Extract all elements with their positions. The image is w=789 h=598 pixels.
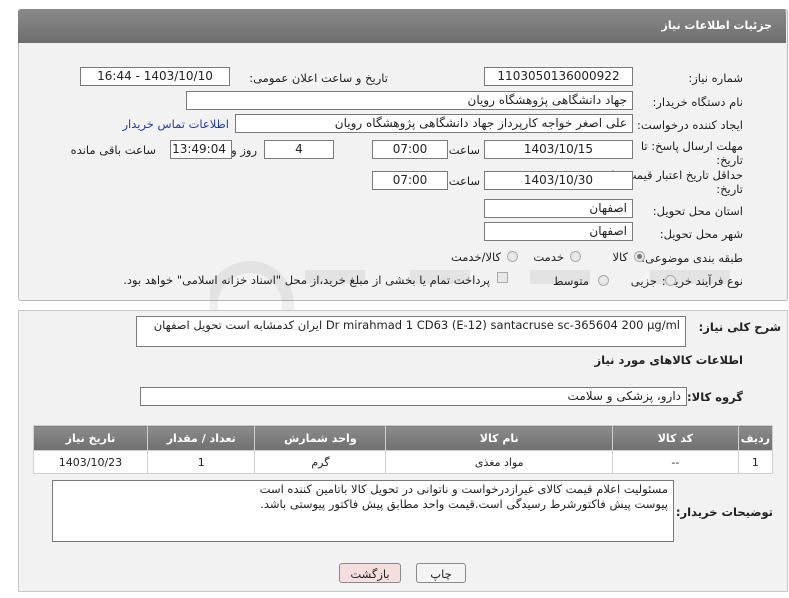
need-number-field[interactable]: 1103050136000922 — [484, 67, 633, 86]
category-goods-service-radio[interactable] — [507, 251, 518, 262]
time-remaining-field[interactable]: 13:49:04 — [170, 140, 232, 159]
validity-date-field[interactable]: 1403/10/30 — [484, 171, 633, 190]
category-service-label: خدمت — [533, 250, 564, 264]
buyer-notes-field[interactable]: مسئولیت اعلام قیمت کالای غیرازدرخواست و … — [52, 480, 674, 542]
goods-table: ردیف کد کالا نام کالا واحد شمارش تعداد /… — [33, 425, 774, 474]
buyer-notes-line1: مسئولیت اعلام قیمت کالای غیرازدرخواست و … — [259, 482, 668, 496]
buyer-org-label: نام دستگاه خریدار: — [652, 95, 743, 109]
cell-code: -- — [612, 450, 739, 474]
creator-field[interactable]: علی اصغر خواجه کارپرداز جهاد دانشگاهی پژ… — [235, 114, 633, 133]
process-medium-radio[interactable] — [598, 275, 609, 286]
deadline-label: مهلت ارسال پاسخ: تا — [640, 139, 743, 153]
page-title: جزئیات اطلاعات نیاز — [661, 19, 773, 32]
col-row: ردیف — [737, 425, 774, 451]
treasury-checkbox[interactable] — [497, 272, 508, 283]
city-field[interactable]: اصفهان — [484, 222, 633, 241]
category-goods-label: کالا — [612, 250, 628, 264]
deadline-label-date: تاریخ: — [716, 153, 743, 167]
deadline-time-label: ساعت — [448, 143, 480, 157]
buyer-contact-link[interactable]: اطلاعات تماس خریدار — [122, 117, 229, 131]
creator-label: ایجاد کننده درخواست: — [637, 118, 743, 132]
col-code: کد کالا — [612, 425, 739, 451]
validity-label-date: تاریخ: — [716, 182, 743, 196]
days-label: روز و — [231, 143, 257, 157]
cell-qty: 1 — [146, 450, 256, 474]
col-name: نام کالا — [385, 425, 614, 451]
province-field[interactable]: اصفهان — [484, 199, 633, 218]
deadline-date-field[interactable]: 1403/10/15 — [484, 140, 633, 159]
print-button[interactable]: چاپ — [416, 563, 466, 583]
deadline-time-field[interactable]: 07:00 — [372, 140, 448, 159]
city-label: شهر محل تحویل: — [659, 227, 743, 241]
category-label: طبقه بندی موضوعی: — [641, 251, 743, 265]
treasury-note: پرداخت تمام یا بخشی از مبلغ خرید،از محل … — [123, 273, 490, 287]
goods-info-title: اطلاعات کالاهای مورد نیاز — [594, 353, 743, 367]
category-goods-radio[interactable] — [634, 251, 645, 262]
summary-label: شرح کلی نیاز: — [698, 320, 781, 334]
process-medium-label: متوسط — [552, 274, 589, 288]
col-qty: تعداد / مقدار — [146, 425, 256, 451]
cell-unit: گرم — [254, 450, 387, 474]
summary-field[interactable]: Dr mirahmad 1 CD63 (E-12) santacruse sc-… — [136, 316, 686, 347]
goods-group-label: گروه کالا: — [687, 390, 743, 404]
back-button[interactable]: بازگشت — [339, 563, 401, 583]
announce-label: تاریخ و ساعت اعلان عمومی: — [249, 71, 388, 85]
category-service-radio[interactable] — [570, 251, 581, 262]
panel-header: جزئیات اطلاعات نیاز — [18, 9, 786, 43]
cell-name: مواد مغذی — [385, 450, 614, 474]
validity-time-label: ساعت — [448, 174, 480, 188]
table-row[interactable]: 1 -- مواد مغذی گرم 1 1403/10/23 — [33, 450, 774, 474]
process-minor-label: جزیی — [630, 274, 657, 288]
buyer-notes-line2: پیوست پیش فاکتورشرط رسیدگی است.قیمت واحد… — [260, 497, 668, 511]
announce-field[interactable]: 1403/10/10 - 16:44 — [80, 67, 230, 86]
category-goods-service-label: کالا/خدمت — [450, 250, 501, 264]
buyer-org-field[interactable]: جهاد دانشگاهی پژوهشگاه رویان — [186, 91, 633, 110]
days-remaining-field[interactable]: 4 — [264, 140, 334, 159]
province-label: استان محل تحویل: — [652, 204, 743, 218]
need-number-label: شماره نیاز: — [688, 71, 743, 85]
validity-time-field[interactable]: 07:00 — [372, 171, 448, 190]
table-header-row: ردیف کد کالا نام کالا واحد شمارش تعداد /… — [33, 425, 774, 451]
col-unit: واحد شمارش — [254, 425, 387, 451]
process-minor-radio[interactable] — [665, 275, 676, 286]
goods-group-field[interactable]: دارو، پزشکی و سلامت — [140, 387, 687, 406]
cell-date: 1403/10/23 — [33, 450, 148, 474]
buyer-notes-label: توضیحات خریدار: — [675, 505, 773, 519]
col-date: تاریخ نیاز — [33, 425, 148, 451]
cell-row: 1 — [737, 450, 774, 474]
remaining-label: ساعت باقی مانده — [70, 143, 156, 157]
